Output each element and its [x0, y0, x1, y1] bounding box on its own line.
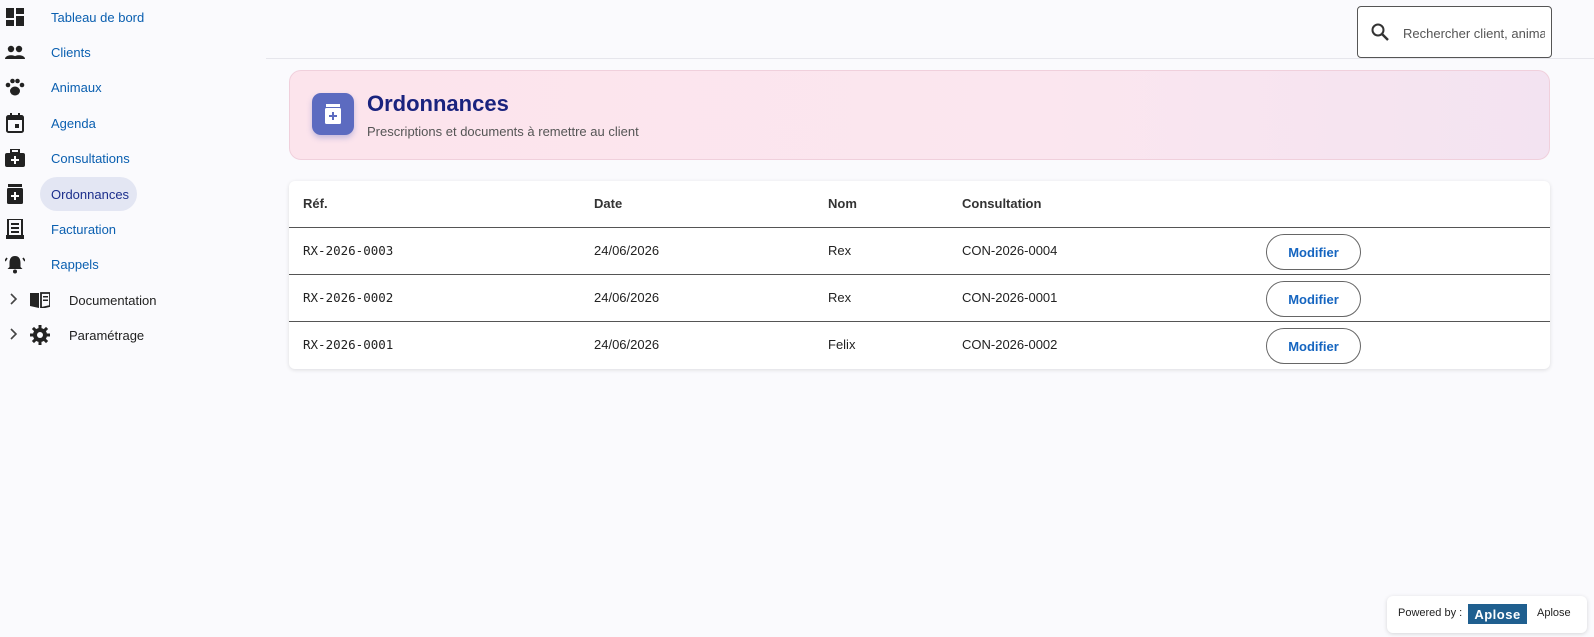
sidebar-item-label: Agenda	[51, 115, 96, 131]
brand-name: Aplose	[1537, 607, 1571, 619]
cell-date: 24/06/2026	[594, 243, 660, 258]
sidebar: Tableau de bord Clients Animaux Agenda C…	[0, 0, 262, 637]
sidebar-item-label: Clients	[51, 44, 91, 60]
cell-consultation: CON-2026-0001	[962, 290, 1058, 305]
modifier-button[interactable]: Modifier	[1266, 281, 1361, 317]
search-box[interactable]	[1357, 6, 1552, 58]
cell-consultation: CON-2026-0004	[962, 243, 1058, 258]
chevron-right-icon[interactable]	[9, 327, 19, 343]
aplose-logo: Aplose	[1468, 604, 1527, 624]
search-input[interactable]	[1403, 22, 1545, 44]
medication-icon	[312, 93, 354, 135]
table-header: Réf. Date Nom Consultation	[289, 181, 1550, 228]
cell-consultation: CON-2026-0002	[962, 337, 1058, 352]
modifier-button[interactable]: Modifier	[1266, 234, 1361, 270]
people-icon	[5, 42, 25, 62]
dashboard-icon	[5, 7, 25, 27]
cell-ref: RX-2026-0001	[303, 337, 394, 352]
table-row: RX-2026-0003 24/06/2026 Rex CON-2026-000…	[289, 228, 1550, 275]
column-header-date[interactable]: Date	[594, 196, 622, 211]
topbar-divider	[266, 58, 1594, 59]
sidebar-group-label: Paramétrage	[69, 327, 145, 343]
cell-nom: Rex	[828, 290, 852, 305]
medical-bag-icon	[5, 148, 25, 168]
prescriptions-table: Réf. Date Nom Consultation RX-2026-0003 …	[289, 181, 1550, 369]
page-subtitle: Prescriptions et documents à remettre au…	[367, 124, 639, 139]
cell-nom: Felix	[828, 337, 856, 352]
paw-icon	[5, 77, 25, 97]
column-header-ref[interactable]: Réf.	[303, 196, 328, 211]
table-row: RX-2026-0001 24/06/2026 Felix CON-2026-0…	[289, 322, 1550, 369]
bell-icon	[5, 254, 25, 274]
cell-nom: Rex	[828, 243, 852, 258]
column-header-nom[interactable]: Nom	[828, 196, 857, 211]
sidebar-item-label: Facturation	[51, 221, 117, 237]
gear-icon	[30, 325, 50, 345]
powered-by-label: Powered by :	[1398, 607, 1463, 619]
cell-date: 24/06/2026	[594, 337, 660, 352]
calendar-icon	[5, 113, 25, 133]
search-icon	[1370, 22, 1390, 42]
powered-by-badge[interactable]: Powered by : Aplose Aplose	[1387, 596, 1587, 633]
cell-date: 24/06/2026	[594, 290, 660, 305]
cell-ref: RX-2026-0002	[303, 290, 394, 305]
sidebar-item-label: Tableau de bord	[51, 9, 145, 25]
column-header-consultation[interactable]: Consultation	[962, 196, 1041, 211]
sidebar-item-label: Ordonnances	[51, 186, 130, 202]
medication-icon	[5, 184, 25, 204]
page-header-card: Ordonnances Prescriptions et documents à…	[289, 70, 1550, 160]
page-title: Ordonnances	[367, 91, 509, 116]
book-icon	[30, 290, 50, 310]
sidebar-item-label: Animaux	[51, 79, 102, 95]
modifier-button[interactable]: Modifier	[1266, 328, 1361, 364]
table-row: RX-2026-0002 24/06/2026 Rex CON-2026-000…	[289, 275, 1550, 322]
receipt-icon	[5, 219, 25, 239]
sidebar-item-label: Rappels	[51, 256, 99, 272]
chevron-right-icon[interactable]	[9, 292, 19, 308]
sidebar-group-label: Documentation	[69, 292, 157, 308]
sidebar-item-label: Consultations	[51, 150, 130, 166]
cell-ref: RX-2026-0003	[303, 243, 394, 258]
